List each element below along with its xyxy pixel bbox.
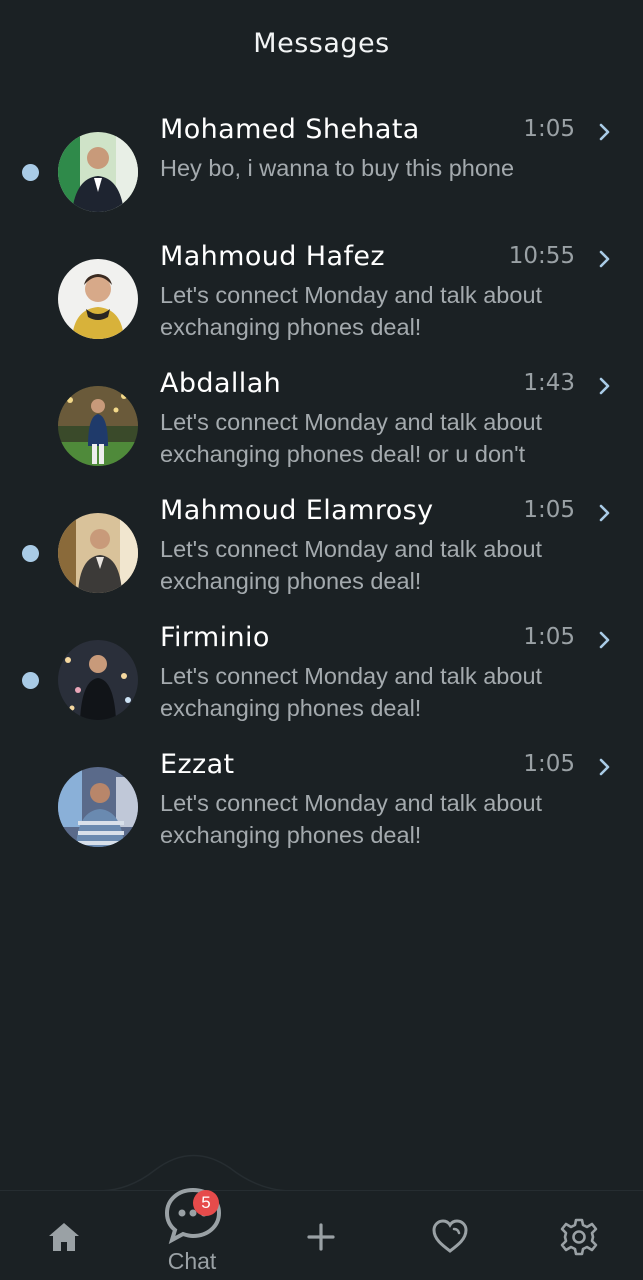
message-time: 1:43: [523, 370, 575, 396]
notification-badge: 5: [193, 1190, 219, 1216]
heart-icon: [432, 1219, 468, 1253]
message-time: 1:05: [523, 751, 575, 777]
contact-name: Abdallah: [160, 368, 282, 399]
message-preview: Let's connect Monday and talk about exch…: [160, 536, 543, 594]
plus-icon: [307, 1223, 335, 1251]
page-title: Messages: [253, 27, 390, 59]
message-time: 10:55: [508, 243, 575, 269]
message-preview: Hey bo, i wanna to buy this phone: [160, 155, 515, 181]
message-preview: Let's connect Monday and talk about exch…: [160, 790, 543, 848]
message-time: 1:05: [523, 116, 575, 142]
avatar[interactable]: [58, 132, 138, 212]
contact-name: Mohamed Shehata: [160, 114, 420, 145]
avatar[interactable]: [58, 640, 138, 720]
nav-favorites[interactable]: [429, 1216, 471, 1258]
avatar[interactable]: [58, 259, 138, 339]
chevron-right-icon[interactable]: [597, 376, 613, 396]
message-preview: Let's connect Monday and talk about exch…: [160, 409, 543, 467]
unread-dot: [22, 672, 39, 689]
nav-add[interactable]: [304, 1220, 338, 1254]
header: Messages: [0, 0, 643, 86]
avatar[interactable]: [58, 386, 138, 466]
conversation-row[interactable]: Mahmoud Elamrosy 1:05 Let's connect Mond…: [0, 481, 643, 608]
chevron-right-icon[interactable]: [597, 122, 613, 142]
message-time: 1:05: [523, 497, 575, 523]
conversation-row[interactable]: Mahmoud Hafez 10:55 Let's connect Monday…: [0, 227, 643, 354]
chevron-right-icon[interactable]: [597, 249, 613, 269]
contact-name: Mahmoud Elamrosy: [160, 495, 434, 526]
message-time: 1:05: [523, 624, 575, 650]
conversation-row[interactable]: Firminio 1:05 Let's connect Monday and t…: [0, 608, 643, 735]
conversation-row[interactable]: Ezzat 1:05 Let's connect Monday and talk…: [0, 735, 643, 862]
unread-dot: [22, 164, 39, 181]
message-preview: Let's connect Monday and talk about exch…: [160, 663, 543, 721]
nav-chat-label: Chat: [167, 1248, 217, 1274]
contact-name: Mahmoud Hafez: [160, 241, 385, 272]
message-preview: Let's connect Monday and talk about exch…: [160, 282, 543, 340]
contact-name: Ezzat: [160, 749, 235, 780]
unread-dot: [22, 545, 39, 562]
conversation-row[interactable]: Mohamed Shehata 1:05 Hey bo, i wanna to …: [0, 100, 643, 227]
avatar[interactable]: [58, 513, 138, 593]
chevron-right-icon[interactable]: [597, 503, 613, 523]
contact-name: Firminio: [160, 622, 270, 653]
nav-settings[interactable]: [558, 1216, 600, 1258]
conversation-row[interactable]: Abdallah 1:43 Let's connect Monday and t…: [0, 354, 643, 481]
settings-icon: [560, 1218, 598, 1256]
nav-home[interactable]: [44, 1218, 84, 1256]
home-icon: [49, 1223, 79, 1251]
avatar[interactable]: [58, 767, 138, 847]
chevron-right-icon[interactable]: [597, 757, 613, 777]
chevron-right-icon[interactable]: [597, 630, 613, 650]
